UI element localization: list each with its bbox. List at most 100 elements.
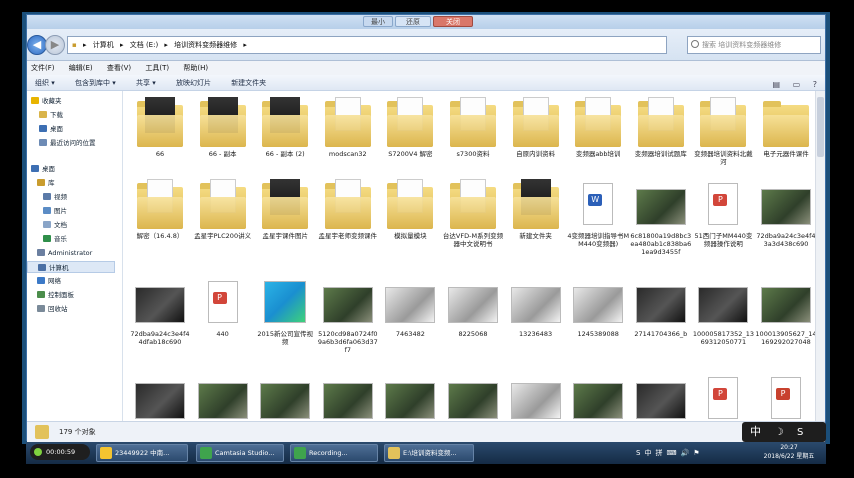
- file-item[interactable]: 66 - 副本 (2): [254, 97, 316, 158]
- file-item[interactable]: W 4变频器培训指导书MM440变频器): [567, 179, 629, 248]
- ime-mode[interactable]: 中: [750, 425, 761, 438]
- file-item[interactable]: 变频器培训资料北戴河: [692, 97, 754, 166]
- nav-item[interactable]: 图片: [27, 205, 67, 217]
- file-item[interactable]: 变频器培训试题库: [630, 97, 692, 158]
- back-button[interactable]: ◀: [27, 35, 47, 55]
- file-item[interactable]: 6c81800a19d8bc3ea480ab1c838ba61ea9d3455f: [630, 179, 692, 256]
- file-item[interactable]: s7300资料: [442, 97, 504, 158]
- tray-icon[interactable]: S: [636, 449, 640, 457]
- breadcrumb-item[interactable]: 文档 (E:): [130, 41, 158, 49]
- file-item[interactable]: 孟星宇老师变频课件: [317, 179, 379, 240]
- file-item[interactable]: P: [692, 373, 754, 421]
- nav-item[interactable]: 回收站: [27, 303, 68, 315]
- nav-item[interactable]: 桌面: [27, 123, 63, 135]
- file-item[interactable]: 7463482: [379, 277, 441, 338]
- file-item[interactable]: 72dba9a24c3e4f43a3d438c690: [755, 179, 817, 248]
- tray-icon[interactable]: 🔊: [681, 449, 690, 457]
- system-clock[interactable]: 20:27 2018/6/22 星期五: [756, 443, 822, 463]
- view-options-icon[interactable]: ▤: [773, 80, 781, 89]
- file-item[interactable]: [192, 373, 254, 421]
- file-item[interactable]: [129, 373, 191, 421]
- scrollbar-thumb[interactable]: [817, 97, 824, 157]
- file-item[interactable]: S7200V4 解密: [379, 97, 441, 158]
- file-item[interactable]: 模拟量模块: [379, 179, 441, 240]
- taskbar-button[interactable]: Recording...: [290, 444, 378, 462]
- include-in-library-button[interactable]: 包含到库中 ▾: [75, 79, 116, 87]
- menu-file[interactable]: 文件(F): [31, 64, 55, 72]
- file-item[interactable]: 100013905627_14169292027048: [755, 277, 817, 346]
- nav-item[interactable]: 视频: [27, 191, 67, 203]
- tray-icon[interactable]: 拼: [655, 449, 662, 457]
- file-item[interactable]: 66 - 副本: [192, 97, 254, 158]
- file-item[interactable]: modscan32: [317, 97, 379, 158]
- file-item[interactable]: [254, 373, 316, 421]
- restore-button[interactable]: 还原: [395, 16, 431, 27]
- nav-item[interactable]: 网络: [27, 275, 61, 287]
- taskbar-button[interactable]: 23449922 中南...: [96, 444, 188, 462]
- tray-icon[interactable]: ⌨: [666, 449, 676, 457]
- moon-icon[interactable]: ☽: [775, 427, 784, 438]
- slideshow-button[interactable]: 放映幻灯片: [176, 79, 211, 87]
- nav-item[interactable]: 收藏夹: [27, 95, 62, 107]
- close-button[interactable]: 关闭: [433, 16, 473, 27]
- file-item[interactable]: 台达VFD-M系列变频器中文说明书: [442, 179, 504, 248]
- file-item[interactable]: P: [755, 373, 817, 421]
- file-item[interactable]: 2015新公司宣传视频: [254, 277, 316, 346]
- menu-edit[interactable]: 编辑(E): [69, 64, 93, 72]
- help-icon[interactable]: ?: [813, 80, 817, 89]
- search-input[interactable]: 搜索 培训资料变频器维修: [687, 36, 821, 54]
- file-item[interactable]: 1245389088: [567, 277, 629, 338]
- tray-icon[interactable]: 中: [644, 449, 651, 457]
- file-item[interactable]: 自原内训资料: [505, 97, 567, 158]
- file-item[interactable]: 新建文件夹: [505, 179, 567, 240]
- nav-item[interactable]: 控制面板: [27, 289, 74, 301]
- tray-icon[interactable]: ⚑: [693, 449, 699, 457]
- file-item[interactable]: 电子元器件课件: [755, 97, 817, 158]
- nav-item[interactable]: 最近访问的位置: [27, 137, 96, 149]
- file-item[interactable]: [630, 373, 692, 421]
- breadcrumb-item[interactable]: 培训资料变频器维修: [174, 41, 237, 49]
- file-item[interactable]: 27141704366_b: [630, 277, 692, 338]
- file-item[interactable]: 5120cd98a0724f09a6b3d6fa063d37f7: [317, 277, 379, 354]
- title-bar[interactable]: 最小 还原 关闭: [27, 15, 825, 29]
- menu-help[interactable]: 帮助(H): [183, 64, 208, 72]
- ime-toolbar[interactable]: 中 ☽ S: [742, 422, 826, 442]
- nav-item[interactable]: 桌面: [27, 163, 55, 175]
- breadcrumb[interactable]: ▪ ▸ 计算机 ▸ 文档 (E:) ▸ 培训资料变频器维修 ▸: [67, 36, 667, 54]
- forward-button[interactable]: ▶: [45, 35, 65, 55]
- file-item[interactable]: [442, 373, 504, 421]
- file-item[interactable]: [379, 373, 441, 421]
- file-item[interactable]: P 51西门子MM440变频器操作说明: [692, 179, 754, 248]
- nav-item[interactable]: Administrator: [27, 247, 92, 259]
- taskbar-button[interactable]: Camtasia Studio...: [196, 444, 284, 462]
- file-item[interactable]: 解密（16.4.8）: [129, 179, 191, 240]
- file-item[interactable]: [567, 373, 629, 421]
- file-item[interactable]: 100005817352_1369312050771: [692, 277, 754, 346]
- taskbar-button[interactable]: E:\培训资料变频...: [384, 444, 474, 462]
- share-button[interactable]: 共享 ▾: [136, 79, 156, 87]
- organize-button[interactable]: 组织 ▾: [35, 79, 55, 87]
- nav-item[interactable]: 下载: [27, 109, 63, 121]
- file-item[interactable]: P 440: [192, 277, 254, 338]
- menu-view[interactable]: 查看(V): [107, 64, 131, 72]
- file-item[interactable]: [505, 373, 567, 421]
- sogou-logo[interactable]: S: [797, 427, 803, 438]
- new-folder-button[interactable]: 新建文件夹: [231, 79, 266, 87]
- file-item[interactable]: 13236483: [505, 277, 567, 338]
- preview-pane-icon[interactable]: ▭: [793, 80, 801, 89]
- menu-tools[interactable]: 工具(T): [145, 64, 169, 72]
- nav-item[interactable]: 文档: [27, 219, 67, 231]
- file-item[interactable]: 8225068: [442, 277, 504, 338]
- minimize-button[interactable]: 最小: [363, 16, 393, 27]
- file-item[interactable]: 66: [129, 97, 191, 158]
- file-item[interactable]: 孟星宇PLC200讲义: [192, 179, 254, 240]
- file-item[interactable]: 变频器abb培训: [567, 97, 629, 158]
- recording-indicator[interactable]: 00:00:59: [30, 444, 90, 460]
- nav-item[interactable]: 库: [27, 177, 55, 189]
- breadcrumb-item[interactable]: 计算机: [93, 41, 114, 49]
- file-item[interactable]: 孟星宇课件图片: [254, 179, 316, 240]
- vertical-scrollbar[interactable]: [815, 91, 825, 421]
- file-item[interactable]: 72dba9a24c3e4f44dfab18c690: [129, 277, 191, 346]
- nav-item[interactable]: 计算机: [27, 261, 115, 273]
- nav-item[interactable]: 音乐: [27, 233, 67, 245]
